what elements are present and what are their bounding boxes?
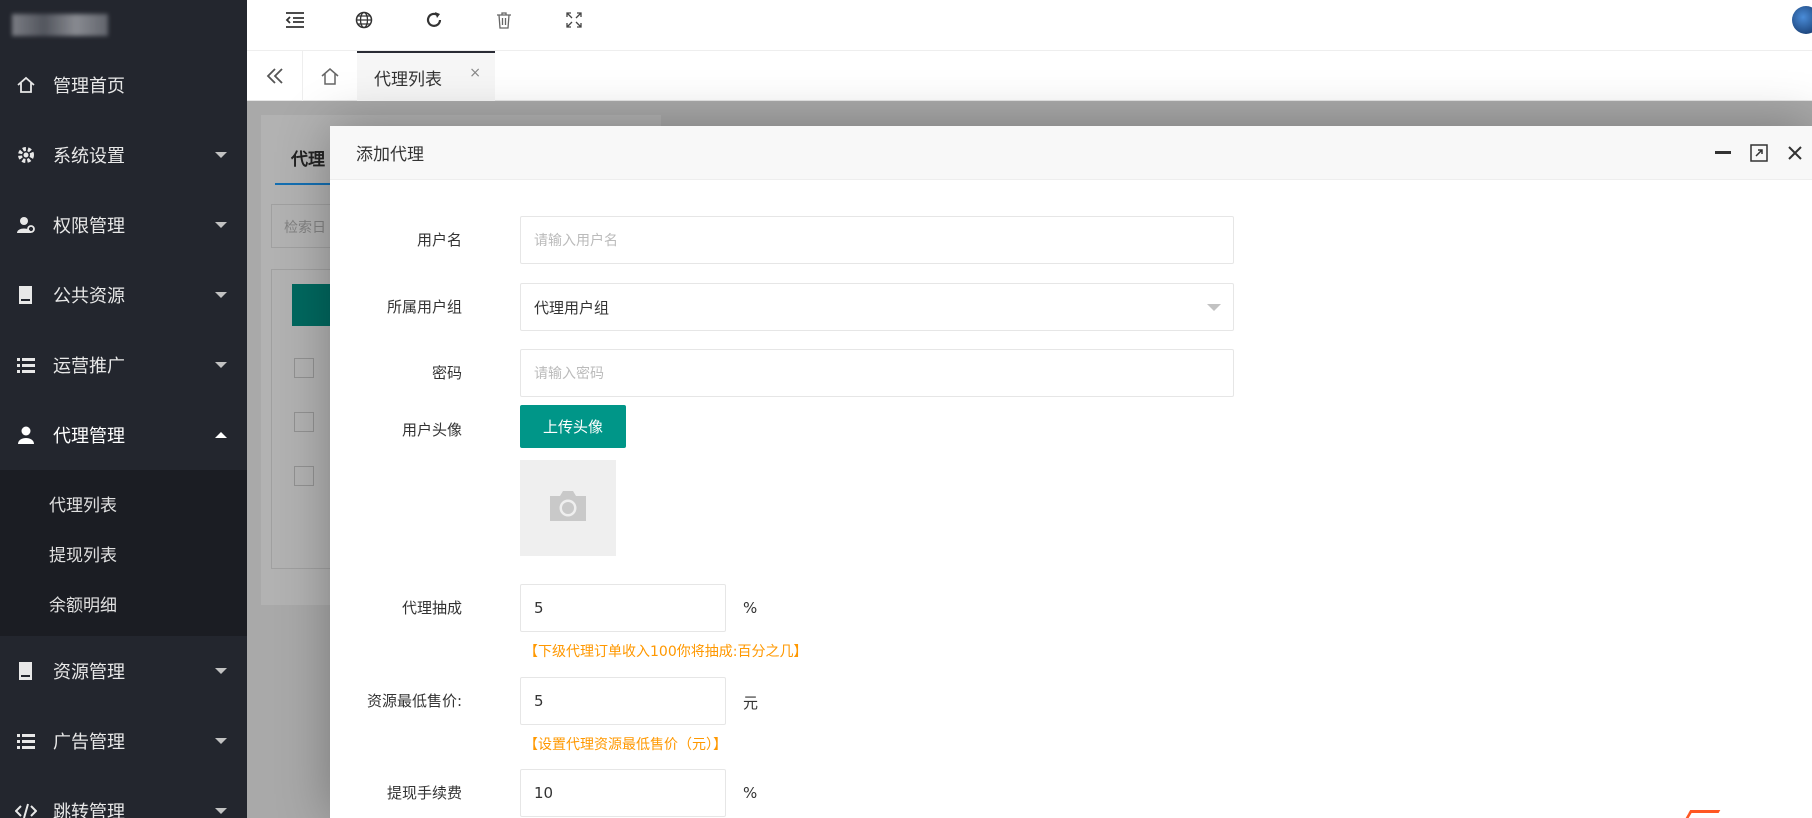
user-key-icon xyxy=(14,215,38,235)
camera-icon xyxy=(546,488,590,528)
chevron-up-icon xyxy=(215,432,227,438)
field-label: 用户头像 xyxy=(401,421,462,439)
avatar-preview xyxy=(520,460,616,556)
double-chevron-left-icon[interactable] xyxy=(247,51,303,101)
user-group-select[interactable]: 代理用户组 xyxy=(520,283,1234,331)
close-icon[interactable]: × xyxy=(469,65,481,81)
agent-submenu: 代理列表 提现列表 余额明细 xyxy=(0,470,247,636)
book-icon xyxy=(14,661,38,681)
sidebar-item-label: 跳转管理 xyxy=(53,802,125,818)
field-label: 资源最低售价: xyxy=(366,692,462,710)
sidebar: 管理首页 系统设置 权限管理 公共资源 运营推广 代理管理 代理列表 提现列表 … xyxy=(0,0,247,818)
sidebar-item-label: 权限管理 xyxy=(53,216,125,237)
top-header xyxy=(247,0,1812,51)
list-icon xyxy=(14,355,38,375)
code-icon xyxy=(14,801,38,818)
upload-avatar-button[interactable]: 上传头像 xyxy=(520,405,626,448)
gear-icon xyxy=(14,145,38,165)
dialog-form: 用户名 请输入用户名 所属用户组 代理用户组 密码 请输入密码 用户头像 上传头… xyxy=(344,194,1798,818)
maximize-icon[interactable] xyxy=(1748,142,1770,164)
sidebar-subitem-withdraw-list[interactable]: 提现列表 xyxy=(0,528,247,578)
sidebar-item-resource-management[interactable]: 资源管理 xyxy=(0,636,247,706)
field-label: 用户名 xyxy=(416,231,462,249)
refresh-icon[interactable] xyxy=(422,8,446,32)
withdraw-fee-input[interactable]: 10 xyxy=(520,769,726,817)
sidebar-item-system-settings[interactable]: 系统设置 xyxy=(0,120,247,190)
unit-label: 元 xyxy=(743,694,759,712)
globe-icon[interactable] xyxy=(352,8,376,32)
sidebar-item-permissions[interactable]: 权限管理 xyxy=(0,190,247,260)
sidebar-item-label: 系统设置 xyxy=(53,146,125,167)
user-avatar[interactable] xyxy=(1792,6,1812,34)
dialog-title: 添加代理 xyxy=(356,145,424,165)
logo xyxy=(0,0,247,50)
sidebar-item-label: 广告管理 xyxy=(53,732,125,753)
field-label: 密码 xyxy=(431,364,462,382)
tab-label: 代理列表 xyxy=(374,69,442,90)
logo-image xyxy=(12,14,108,36)
sidebar-item-promotion[interactable]: 运营推广 xyxy=(0,330,247,400)
password-input[interactable]: 请输入密码 xyxy=(520,349,1234,397)
sidebar-item-label: 资源管理 xyxy=(53,662,125,683)
select-value: 代理用户组 xyxy=(534,298,610,317)
sidebar-item-redirect-management[interactable]: 跳转管理 xyxy=(0,776,247,818)
close-icon[interactable] xyxy=(1784,142,1806,164)
tab-agent-list[interactable]: 代理列表 × xyxy=(357,51,495,101)
field-tip: 【下级代理订单收入100你将抽成:百分之几】 xyxy=(524,644,808,660)
sidebar-item-home[interactable]: 管理首页 xyxy=(0,50,247,120)
trash-icon[interactable] xyxy=(492,8,516,32)
chevron-down-icon xyxy=(215,292,227,298)
field-label: 所属用户组 xyxy=(386,298,462,316)
minimize-icon[interactable] xyxy=(1712,142,1734,164)
chevron-down-icon xyxy=(215,668,227,674)
user-icon xyxy=(14,425,38,445)
book-icon xyxy=(14,285,38,305)
unit-label: % xyxy=(743,784,758,802)
chevron-down-icon xyxy=(215,808,227,814)
sidebar-item-label: 运营推广 xyxy=(53,356,125,377)
sidebar-item-label: 管理首页 xyxy=(53,76,125,97)
tab-bar: 代理列表 × xyxy=(247,51,1812,101)
dialog-title-bar: 添加代理 xyxy=(330,126,1812,180)
sidebar-subitem-agent-list[interactable]: 代理列表 xyxy=(0,478,247,528)
resize-handle[interactable] xyxy=(1685,810,1721,818)
field-tip: 【设置代理资源最低售价（元）】 xyxy=(524,737,727,753)
chevron-down-icon xyxy=(215,738,227,744)
sidebar-subitem-balance-detail[interactable]: 余额明细 xyxy=(0,578,247,628)
home-tab-icon[interactable] xyxy=(302,51,358,101)
fullscreen-icon[interactable] xyxy=(562,8,586,32)
unit-label: % xyxy=(743,599,758,617)
chevron-down-icon xyxy=(1207,304,1221,311)
sidebar-item-ad-management[interactable]: 广告管理 xyxy=(0,706,247,776)
chevron-down-icon xyxy=(215,152,227,158)
menu-indent-icon[interactable] xyxy=(283,8,307,32)
add-agent-dialog: 添加代理 用户名 请输入用户名 所属用户组 代理用户组 密码 请输入密码 用户头 xyxy=(330,126,1812,818)
sidebar-item-public-resources[interactable]: 公共资源 xyxy=(0,260,247,330)
username-input[interactable]: 请输入用户名 xyxy=(520,216,1234,264)
min-price-input[interactable]: 5 xyxy=(520,677,726,725)
commission-input[interactable]: 5 xyxy=(520,584,726,632)
sidebar-item-label: 公共资源 xyxy=(53,286,125,307)
dialog-controls xyxy=(1712,126,1812,180)
list-icon xyxy=(14,731,38,751)
chevron-down-icon xyxy=(215,222,227,228)
field-label: 提现手续费 xyxy=(386,784,462,802)
sidebar-item-label: 代理管理 xyxy=(53,426,125,447)
sidebar-item-agent-management[interactable]: 代理管理 xyxy=(0,400,247,470)
field-label: 代理抽成 xyxy=(401,599,462,617)
chevron-down-icon xyxy=(215,362,227,368)
home-icon xyxy=(14,75,38,95)
